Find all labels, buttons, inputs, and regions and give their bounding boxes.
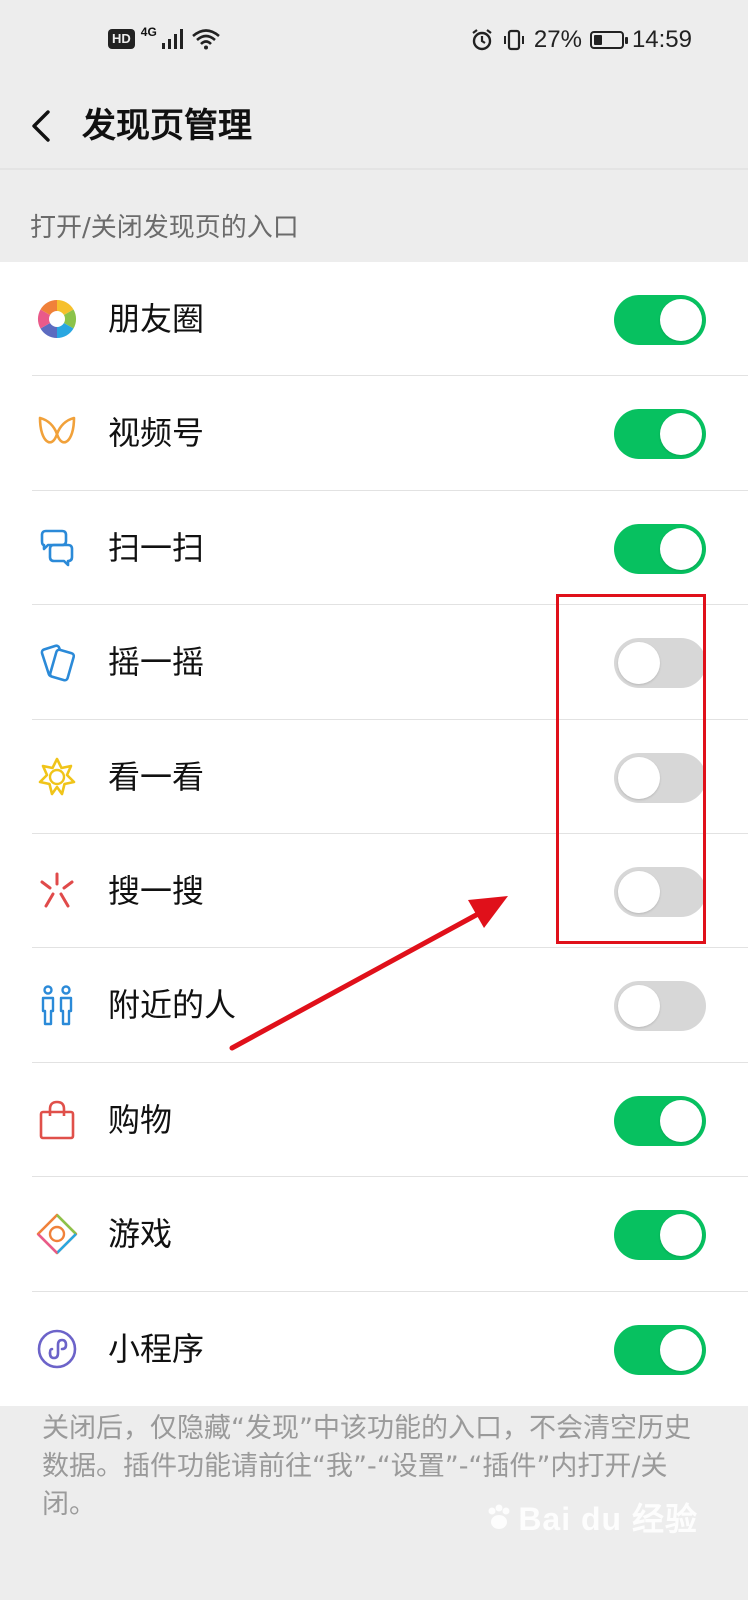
- status-bar-left: HD 4G: [108, 25, 221, 50]
- battery-icon: [589, 31, 628, 49]
- scan-icon: [40, 529, 74, 567]
- vibrate-icon: [503, 29, 524, 51]
- section-header: 打开/关闭发现页的入口: [30, 213, 299, 243]
- clock: 14:59: [631, 26, 692, 53]
- nav-divider: [0, 168, 748, 170]
- list-item: 购物: [0, 1063, 748, 1178]
- network-type: 4G: [140, 25, 157, 39]
- toggle-moments[interactable]: [614, 295, 706, 345]
- list-item: 视频号: [0, 376, 748, 491]
- shopping-icon: [39, 1100, 75, 1140]
- nav-bar: 发现页管理: [0, 86, 748, 168]
- moments-icon: [37, 299, 77, 339]
- list-item: 小程序: [0, 1292, 748, 1406]
- battery-percent: 27%: [533, 26, 582, 53]
- list-item: 游戏: [0, 1177, 748, 1292]
- list-item-label: 朋友圈: [108, 300, 205, 338]
- status-bar: HD 4G 27% 14:59: [0, 0, 748, 86]
- list-item-label: 视频号: [108, 414, 205, 453]
- list-item: 扫一扫: [0, 491, 748, 606]
- signal-icon: [161, 29, 183, 49]
- watermark-text: Bai du 经验: [518, 1501, 698, 1537]
- hd-badge: HD: [108, 29, 135, 49]
- list-item-label: 扫一扫: [108, 528, 205, 567]
- channels-icon: [38, 417, 76, 444]
- list-item-label: 购物: [108, 1100, 173, 1139]
- list-item: 附近的人: [0, 948, 748, 1063]
- top-stories-icon: [38, 757, 76, 795]
- toggle-channels[interactable]: [614, 409, 706, 460]
- paw-icon: [488, 1504, 510, 1529]
- mini-programs-icon: [37, 1329, 77, 1368]
- search-icon: [40, 872, 74, 908]
- list-item: 朋友圈: [0, 262, 748, 377]
- list-item-label: 看一看: [108, 757, 205, 796]
- back-button[interactable]: [24, 100, 64, 152]
- list-item-label: 摇一摇: [108, 643, 205, 682]
- shake-icon: [40, 644, 76, 682]
- games-icon: [36, 1213, 78, 1255]
- list-item-label: 搜一搜: [108, 871, 205, 910]
- status-bar-right: 27% 14:59: [470, 26, 692, 54]
- alarm-icon: [472, 29, 492, 51]
- annotation-highlight-box: [556, 594, 706, 944]
- chevron-left-icon: [32, 110, 50, 142]
- toggle-people-nearby[interactable]: [614, 981, 706, 1032]
- toggle-mini-programs[interactable]: [614, 1324, 706, 1375]
- watermark: Bai du 经验: [484, 1494, 698, 1540]
- toggle-shopping[interactable]: [614, 1095, 706, 1146]
- people-nearby-icon: [41, 985, 73, 1026]
- toggle-games[interactable]: [614, 1210, 706, 1261]
- toggle-scan[interactable]: [614, 523, 706, 574]
- list-item-label: 游戏: [108, 1215, 173, 1254]
- list-item-label: 附近的人: [108, 986, 237, 1025]
- wifi-icon: [191, 29, 220, 50]
- list-item-label: 小程序: [108, 1329, 205, 1368]
- page-title: 发现页管理: [82, 106, 252, 146]
